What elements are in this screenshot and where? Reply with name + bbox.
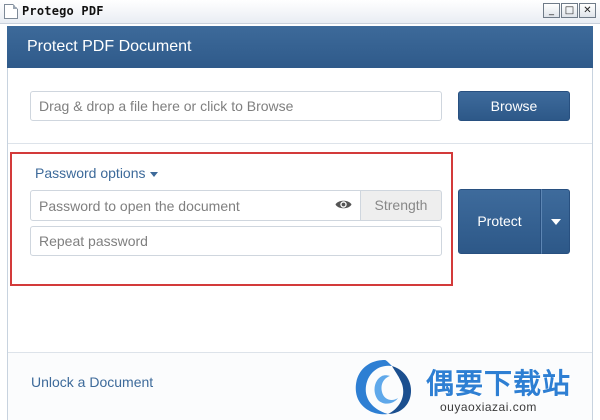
open-password-input[interactable] [30, 190, 361, 221]
document-icon [4, 4, 18, 19]
minimize-button[interactable]: _ [543, 3, 560, 18]
protect-button[interactable]: Protect [458, 189, 541, 254]
watermark-logo-icon [355, 360, 412, 415]
watermark-url: ouyaoxiazai.com [440, 400, 537, 414]
app-header: Protect PDF Document [7, 26, 593, 68]
strength-indicator: Strength [360, 190, 442, 221]
file-drop-input[interactable] [30, 91, 442, 121]
eye-icon[interactable] [335, 198, 352, 211]
unlock-document-link[interactable]: Unlock a Document [31, 374, 153, 390]
password-options-label: Password options [35, 165, 146, 181]
window-title: Protego PDF [22, 4, 104, 18]
browse-button[interactable]: Browse [458, 91, 570, 121]
caret-down-icon [149, 171, 158, 177]
protect-options-button[interactable] [541, 189, 570, 254]
section-divider [8, 143, 592, 144]
close-button[interactable]: ✕ [579, 3, 596, 18]
maximize-button[interactable]: □ [561, 3, 578, 18]
page-title: Protect PDF Document [27, 38, 192, 55]
caret-down-icon [551, 219, 561, 225]
protect-button-group: Protect [458, 189, 570, 254]
window-titlebar: Protego PDF _ □ ✕ [0, 0, 600, 24]
watermark-title: 偶要下载站 [426, 367, 572, 400]
password-options-toggle[interactable]: Password options [35, 165, 158, 181]
repeat-password-input[interactable] [30, 226, 442, 256]
